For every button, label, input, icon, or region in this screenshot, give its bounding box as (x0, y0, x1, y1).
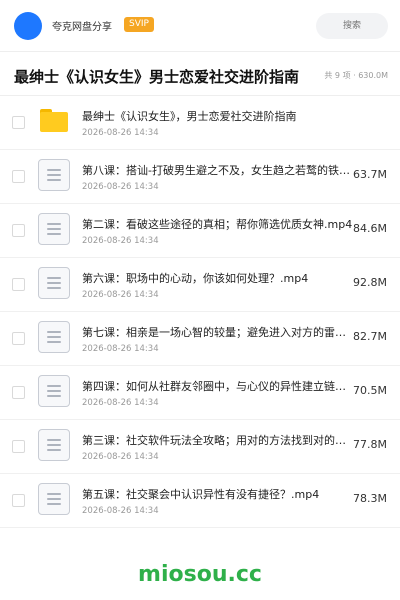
document-icon (38, 375, 70, 407)
file-size: 82.7M (353, 330, 387, 343)
folder-summary: 共 9 项 · 630.0M (324, 71, 388, 80)
file-name: 第二课：看破这些途径的真相；帮你筛选优质女神.mp4 (82, 218, 353, 231)
file-size: 63.7M (353, 168, 387, 181)
list-item[interactable]: 第六课：职场中的心动，你该如何处理？.mp4 2026-08-26 14:34 … (0, 258, 400, 312)
svip-badge: SVIP (124, 17, 154, 32)
avatar[interactable] (14, 12, 42, 40)
file-name: 第六课：职场中的心动，你该如何处理？.mp4 (82, 272, 309, 285)
file-date: 2026-08-26 14:34 (82, 290, 159, 300)
file-date: 2026-08-26 14:34 (82, 452, 159, 462)
file-name: 第八课：搭讪-打破男生避之不及，女生趋之若鹜的铁律.mp4 (82, 164, 354, 177)
file-date: 2026-08-26 14:34 (82, 398, 159, 408)
share-owner-name: 夸克网盘分享 (52, 22, 112, 33)
select-checkbox[interactable] (12, 224, 25, 237)
select-checkbox[interactable] (12, 278, 25, 291)
select-checkbox[interactable] (12, 332, 25, 345)
file-name: 第三课：社交软件玩法全攻略；用对的方法找到对的人.mp4 (82, 434, 354, 447)
app-header: 夸克网盘分享 SVIP (0, 0, 400, 52)
select-checkbox[interactable] (12, 440, 25, 453)
list-item[interactable]: 第二课：看破这些途径的真相；帮你筛选优质女神.mp4 2026-08-26 14… (0, 204, 400, 258)
document-icon (38, 267, 70, 299)
file-size: 70.5M (353, 384, 387, 397)
select-checkbox[interactable] (12, 494, 25, 507)
file-date: 2026-08-26 14:34 (82, 344, 159, 354)
document-icon (38, 483, 70, 515)
list-item[interactable]: 第五课：社交聚会中认识异性有没有捷径？.mp4 2026-08-26 14:34… (0, 474, 400, 528)
file-date: 2026-08-26 14:34 (82, 236, 159, 246)
file-name: 第七课：相亲是一场心智的较量；避免进入对方的雷区.mp4 (82, 326, 354, 339)
document-icon (38, 159, 70, 191)
select-checkbox[interactable] (12, 116, 25, 129)
document-icon (38, 429, 70, 461)
file-name: 最绅士《认识女生》，男士恋爱社交进阶指南 (82, 110, 297, 123)
file-date: 2026-08-26 14:34 (82, 128, 159, 138)
document-icon (38, 213, 70, 245)
select-checkbox[interactable] (12, 170, 25, 183)
file-date: 2026-08-26 14:34 (82, 506, 159, 516)
list-item[interactable]: 第三课：社交软件玩法全攻略；用对的方法找到对的人.mp4 2026-08-26 … (0, 420, 400, 474)
list-item[interactable]: 第八课：搭讪-打破男生避之不及，女生趋之若鹜的铁律.mp4 2026-08-26… (0, 150, 400, 204)
page-title: 最绅士《认识女生》男士恋爱社交进阶指南 (14, 68, 300, 86)
file-size: 77.8M (353, 438, 387, 451)
list-item-folder[interactable]: 最绅士《认识女生》，男士恋爱社交进阶指南 2026-08-26 14:34 (0, 96, 400, 150)
file-date: 2026-08-26 14:34 (82, 182, 159, 192)
file-size: 84.6M (353, 222, 387, 235)
search-input[interactable] (316, 13, 388, 39)
file-size: 92.8M (353, 276, 387, 289)
select-checkbox[interactable] (12, 386, 25, 399)
file-name: 第四课：如何从社群友邻圈中，与心仪的异性建立链接.mp4 (82, 380, 354, 393)
folder-icon (40, 109, 68, 132)
folder-header: 最绅士《认识女生》男士恋爱社交进阶指南 共 9 项 · 630.0M (0, 52, 400, 96)
list-item[interactable]: 第七课：相亲是一场心智的较量；避免进入对方的雷区.mp4 2026-08-26 … (0, 312, 400, 366)
site-watermark: miosou.cc (138, 562, 262, 587)
document-icon (38, 321, 70, 353)
file-name: 第五课：社交聚会中认识异性有没有捷径？.mp4 (82, 488, 320, 501)
list-item[interactable]: 第四课：如何从社群友邻圈中，与心仪的异性建立链接.mp4 2026-08-26 … (0, 366, 400, 420)
file-size: 78.3M (353, 492, 387, 505)
